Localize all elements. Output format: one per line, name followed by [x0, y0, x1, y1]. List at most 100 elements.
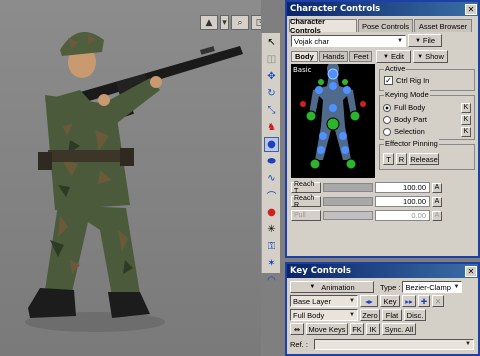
effector-pinning-label: Effector Pinning [384, 139, 439, 148]
effector-points [300, 68, 366, 170]
dropdown-arrow-icon: ▼ [414, 37, 421, 44]
camera-orbit-icon[interactable]: ◠ [264, 273, 279, 288]
character-controls-titlebar[interactable]: Character Controls ✕ [287, 2, 478, 16]
checkmark-icon: ✓ [384, 75, 393, 85]
edit-button-label: Edit [391, 52, 404, 61]
cylinder-icon[interactable]: ⬬ [264, 154, 279, 169]
show-button[interactable]: ▼ Show [413, 50, 448, 63]
reach-t-anim-button[interactable]: A [432, 182, 442, 193]
tool-strip: ↖ ◫ ✥ ↻ ⤡ ♞ ● ⬬ ∿ ⌒ ● ✳ ⚿ ✶ ◠ [261, 33, 280, 286]
reach-r-slider[interactable] [323, 197, 373, 206]
radio-body-part[interactable]: Body Part [383, 114, 427, 125]
ctrl-rig-in-checkbox[interactable]: ✓ Ctrl Rig In [384, 76, 429, 85]
close-icon[interactable]: ✕ [465, 265, 477, 277]
reach-t-label: Reach T [291, 181, 321, 195]
set-key-icon[interactable]: ✚ [418, 295, 430, 307]
subtab-body[interactable]: Body [291, 51, 318, 62]
ref-select[interactable]: ▼ [314, 338, 474, 350]
pull-slider[interactable] [323, 211, 373, 220]
type-select-value: Bezier-Clamp [405, 282, 451, 292]
panel-title: Key Controls [290, 266, 351, 276]
body-subtabs: Body Hands Feet [291, 51, 373, 62]
bend-icon[interactable]: ⌒ [264, 188, 279, 203]
layer-row: Base Layer ▼ ◂▸ Key ▸▸ ✚ ✕ [290, 295, 444, 307]
select-arrow-icon[interactable]: ↖ [264, 35, 279, 50]
file-button[interactable]: ▼ File [408, 34, 442, 47]
pin-rotation-button[interactable]: R [396, 153, 407, 165]
subtab-feet[interactable]: Feet [349, 51, 373, 62]
body-mode-select[interactable]: Full Body ▼ [290, 309, 358, 321]
character-select[interactable]: Vojak char ▼ [291, 35, 406, 47]
reach-t-slider[interactable] [323, 183, 373, 192]
previous-key-icon[interactable]: ◂▸ [360, 295, 378, 307]
reach-r-value[interactable]: 100.00 [375, 196, 430, 207]
effector-pinning-group: Effector Pinning T R Release [379, 139, 475, 170]
curve-icon[interactable]: ∿ [264, 171, 279, 186]
character-icon[interactable]: ♞ [264, 120, 279, 135]
radio-dot-icon [383, 115, 391, 124]
key-body-part-button[interactable]: K [461, 114, 471, 125]
ik-button[interactable]: IK [366, 323, 380, 335]
tab-asset-browser[interactable]: Asset Browser [414, 19, 472, 32]
sphere-primitive-icon[interactable]: ● [264, 137, 279, 152]
radio-full-body[interactable]: Full Body [383, 102, 425, 113]
reach-r-anim-button[interactable]: A [432, 196, 442, 207]
next-key-icon[interactable]: ▸▸ [402, 295, 416, 307]
delete-key-icon[interactable]: ✕ [432, 295, 444, 307]
type-label: Type : [380, 282, 401, 292]
rotate-icon[interactable]: ↻ [264, 86, 279, 101]
file-button-label: File [422, 36, 436, 45]
chevron-down-icon: ▼ [453, 284, 460, 290]
key-selection-button[interactable]: K [461, 126, 471, 137]
key-button[interactable]: Key [380, 295, 400, 307]
reach-r-row: Reach R 100.00 A [291, 195, 442, 209]
key-controls-titlebar[interactable]: Key Controls ✕ [287, 264, 478, 278]
active-group: Active ✓ Ctrl Rig In [379, 64, 475, 91]
radio-dot-icon [383, 103, 391, 112]
lasso-icon[interactable]: ◫ [264, 52, 279, 67]
move-keys-button[interactable]: Move Keys [306, 323, 348, 335]
ctrl-rig-in-label: Ctrl Rig In [396, 76, 430, 85]
scale-icon[interactable]: ⤡ [264, 103, 279, 118]
zero-button[interactable]: Zero [360, 309, 380, 321]
joint-icon[interactable]: ✳ [264, 222, 279, 237]
tab-pose-controls[interactable]: Pose Controls [358, 19, 413, 32]
move-icon[interactable]: ✥ [264, 69, 279, 84]
active-group-label: Active [384, 64, 407, 73]
soldier-model[interactable] [0, 0, 261, 356]
reach-t-value[interactable]: 100.00 [375, 182, 430, 193]
character-tabs: Character Controls Pose Controls Asset B… [289, 17, 476, 35]
chevron-down-icon: ▼ [349, 312, 355, 318]
pin-translation-button[interactable]: T [383, 153, 394, 165]
fk-button[interactable]: FK [350, 323, 364, 335]
panel-title: Character Controls [290, 4, 381, 14]
close-icon[interactable]: ✕ [465, 3, 477, 15]
red-dot-icon[interactable]: ● [264, 205, 279, 220]
pull-value[interactable]: 0.00 [375, 210, 430, 221]
skeleton-icon[interactable]: ⚿ [264, 239, 279, 254]
radio-selection[interactable]: Selection [383, 126, 425, 137]
tab-character-controls[interactable]: Character Controls [289, 17, 357, 35]
edit-button[interactable]: ▼ Edit [376, 50, 411, 63]
move-keys-icon[interactable]: ⇹ [290, 323, 304, 335]
pull-anim-button[interactable]: A [432, 210, 442, 221]
keying-mode-group: Keying Mode Full Body K Body Part K Sele… [379, 90, 475, 140]
3d-viewport[interactable]: ▲ ▾ ⌕ ◳ [0, 0, 261, 356]
layer-select[interactable]: Base Layer ▼ [290, 295, 358, 307]
sync-all-button[interactable]: Sync. All [382, 323, 416, 335]
subtab-hands[interactable]: Hands [318, 51, 349, 62]
flat-button[interactable]: Flat [382, 309, 402, 321]
light-icon[interactable]: ✶ [264, 256, 279, 271]
release-button[interactable]: Release [409, 153, 439, 165]
reach-t-fill [324, 184, 372, 191]
key-full-body-button[interactable]: K [461, 102, 471, 113]
move-keys-row: ⇹ Move Keys FK IK Sync. All [290, 323, 416, 335]
reach-t-row: Reach T 100.00 A [291, 181, 442, 195]
effector-figure [300, 64, 366, 170]
body-mode-row: Full Body ▼ Zero Flat Disc. [290, 309, 426, 321]
type-select[interactable]: Bezier-Clamp ▼ [402, 281, 463, 293]
disc-button[interactable]: Disc. [404, 309, 426, 321]
body-mode-select-value: Full Body [293, 310, 325, 320]
body-effector-view[interactable]: Basic [291, 64, 375, 178]
animation-button[interactable]: ▼ Animation [290, 281, 374, 293]
